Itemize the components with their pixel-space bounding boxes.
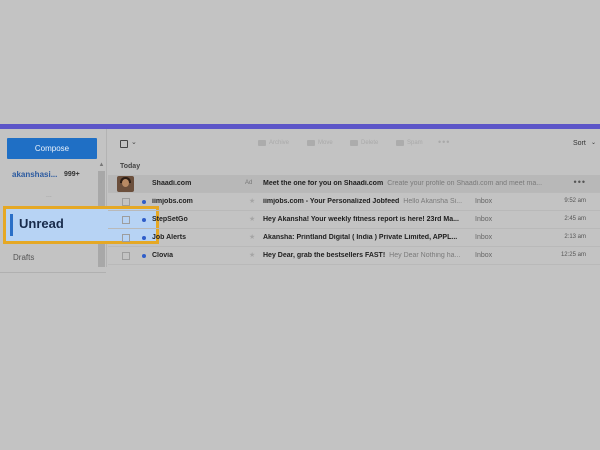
message-row-ad[interactable]: Shaadi.com Ad Meet the one for you on Sh… [108, 175, 600, 193]
message-subject: Meet the one for you on Shaadi.com [263, 180, 384, 187]
chevron-down-icon[interactable]: ⌄ [131, 138, 137, 146]
account-name[interactable]: akanshasi... [12, 170, 96, 179]
unread-dot-icon [142, 254, 146, 258]
message-time: 12:25 am [560, 252, 586, 258]
folder-icon [307, 140, 315, 146]
star-icon[interactable]: ★ [249, 197, 255, 205]
message-folder: Inbox [475, 234, 493, 241]
selected-indicator [10, 214, 13, 236]
message-folder: Inbox [475, 216, 493, 223]
message-checkbox[interactable] [122, 198, 130, 206]
shield-icon [396, 140, 404, 146]
message-row[interactable]: Job Alerts ★ Akansha: Printland Digital … [108, 229, 600, 247]
message-subject: Hey Akansha! Your weekly fitness report … [263, 216, 459, 223]
message-preview: Hello Akansha Si... [403, 198, 463, 205]
message-folder: Inbox [475, 252, 493, 259]
move-button[interactable]: Move [307, 140, 333, 146]
archive-button[interactable]: Archive [258, 140, 289, 146]
scroll-up-icon[interactable]: ▲ [97, 161, 106, 170]
row-more-icon[interactable]: ••• [574, 177, 586, 187]
message-row[interactable]: iimjobs.com ★ iimjobs.com - Your Persona… [108, 193, 600, 211]
message-time: 2:45 am [564, 216, 586, 222]
message-checkbox[interactable] [122, 216, 130, 224]
delete-button[interactable]: Delete [350, 140, 378, 146]
message-folder: Inbox [475, 198, 493, 205]
message-subject: iimjobs.com - Your Personalized Jobfeed [263, 198, 400, 205]
message-preview: Hey Dear Nothing ha... [389, 252, 461, 259]
account-unread-count: 999+ [64, 171, 80, 178]
message-subject: Akansha: Printland Digital ( India ) Pri… [263, 234, 458, 241]
message-sender: Job Alerts [152, 234, 186, 241]
message-checkbox[interactable] [122, 234, 130, 242]
sponsor-avatar [117, 176, 134, 192]
trash-icon [350, 140, 358, 146]
archive-icon [258, 140, 266, 146]
message-sender: StepSetGo [152, 216, 188, 223]
sidebar-item-drafts[interactable]: Drafts [13, 253, 34, 262]
sidebar-item-faint[interactable]: ... [46, 192, 52, 199]
message-time: 2:13 am [564, 234, 586, 240]
message-checkbox[interactable] [122, 252, 130, 260]
message-time: 9:52 am [564, 198, 586, 204]
group-header-today: Today [120, 163, 141, 170]
sort-button[interactable]: Sort [573, 140, 586, 147]
star-icon[interactable]: ★ [249, 215, 255, 223]
message-sender: Shaadi.com [152, 180, 192, 187]
sidebar-item-unread-label: Unread [19, 216, 64, 231]
spam-label: Spam [407, 140, 423, 146]
message-row[interactable]: Clovia ★ Hey Dear, grab the bestsellers … [108, 247, 600, 265]
message-sender: Clovia [152, 252, 174, 259]
spam-button[interactable]: Spam [396, 140, 423, 146]
move-label: Move [318, 140, 333, 146]
archive-label: Archive [269, 140, 290, 146]
more-actions-icon[interactable]: ••• [438, 137, 450, 147]
star-icon[interactable]: ★ [249, 233, 255, 241]
unread-dot-icon [142, 236, 146, 240]
message-sender: iimjobs.com [152, 198, 193, 205]
sort-chevron-down-icon[interactable]: ⌄ [591, 139, 596, 146]
unread-dot-icon [142, 218, 146, 222]
message-toolbar: ⌄ Archive Move Delete Spam ••• Sort ⌄ [108, 129, 600, 157]
star-icon[interactable]: ★ [249, 251, 255, 259]
ad-badge: Ad [245, 180, 253, 186]
compose-button[interactable]: Compose [7, 138, 97, 159]
unread-dot-icon [142, 200, 146, 204]
message-subject: Hey Dear, grab the bestsellers FAST! [263, 252, 386, 259]
sidebar-divider [0, 272, 106, 273]
delete-label: Delete [361, 140, 379, 146]
message-preview: Create your profile on Shaadi.com and me… [387, 180, 543, 187]
message-row[interactable]: StepSetGo ★ Hey Akansha! Your weekly fit… [108, 211, 600, 229]
message-list: Shaadi.com Ad Meet the one for you on Sh… [108, 175, 600, 265]
select-all-checkbox[interactable] [120, 140, 128, 148]
sidebar-vertical-divider [106, 129, 107, 267]
sidebar: Compose akanshasi... 999+ ... Drafts ▲ [0, 129, 106, 450]
